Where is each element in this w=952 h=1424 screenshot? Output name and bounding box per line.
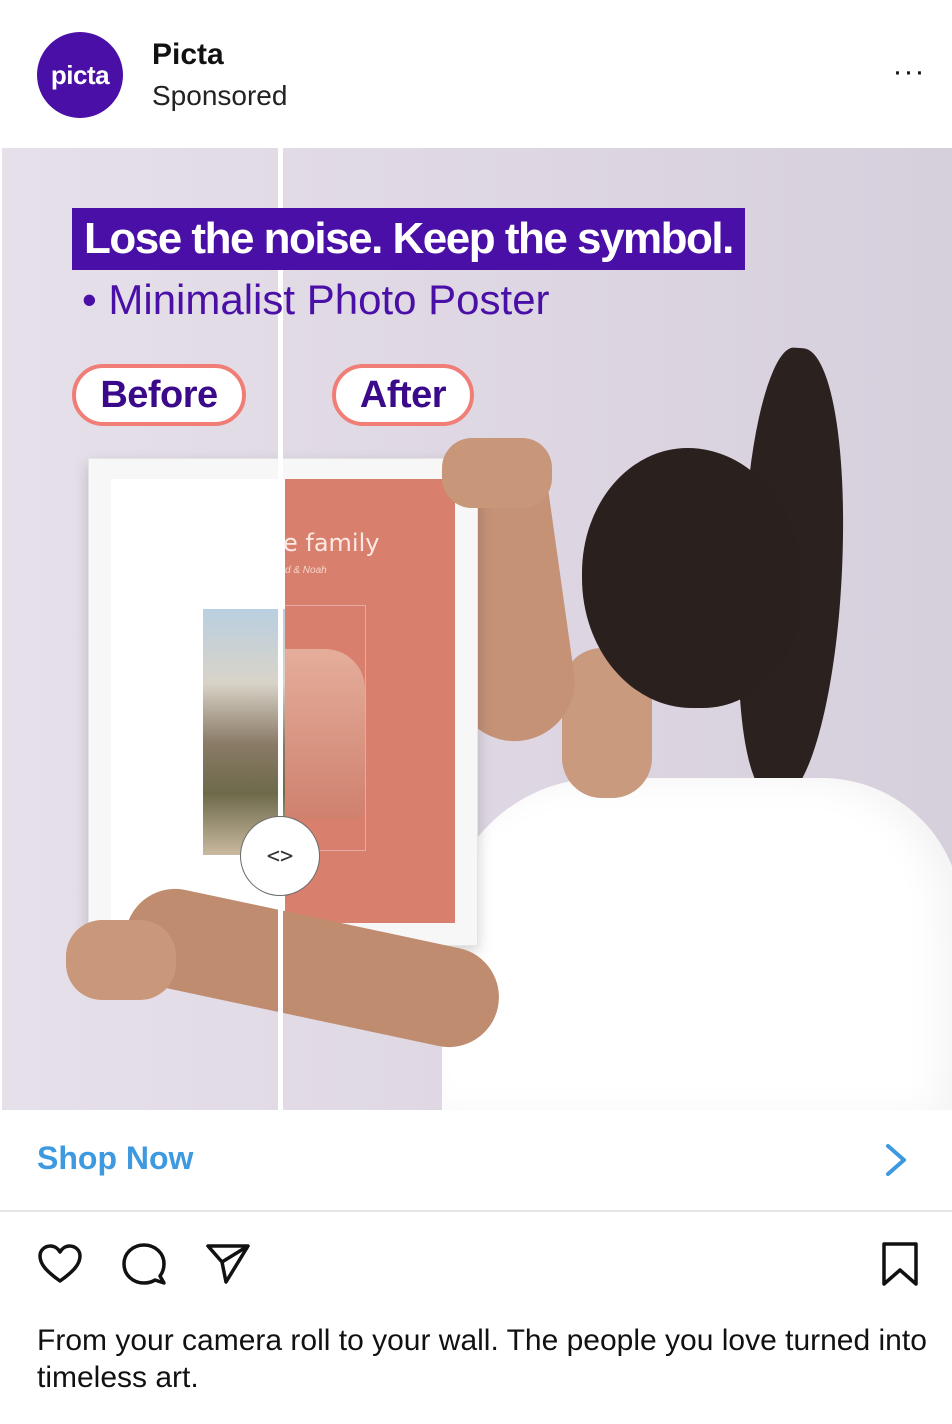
post-caption: From your camera roll to your wall. The … <box>37 1324 927 1394</box>
poster-illustration <box>285 649 365 819</box>
ad-subheadline: • Minimalist Photo Poster <box>82 276 550 323</box>
poster-title: e family <box>283 529 380 557</box>
poster-names: d & Noah <box>285 565 327 576</box>
ad-media[interactable]: e family d & Noah <> Lose the noise. Kee… <box>2 148 952 1110</box>
post-header: picta Picta Sponsored ··· <box>0 0 952 148</box>
avatar-logo-text: picta <box>50 59 110 90</box>
more-options-icon[interactable]: ··· <box>884 52 934 92</box>
woman-shirt <box>442 778 952 1110</box>
send-icon[interactable] <box>204 1240 252 1288</box>
comparison-slider-handle[interactable]: <> <box>240 816 320 896</box>
comment-icon[interactable] <box>120 1240 168 1288</box>
before-badge: Before <box>72 364 246 426</box>
woman-hand-lower <box>66 920 176 1000</box>
shop-now-bar[interactable]: Shop Now <box>0 1110 952 1212</box>
chevron-right-icon[interactable] <box>878 1140 914 1180</box>
ad-headline: Lose the noise. Keep the symbol. <box>72 208 745 270</box>
shop-now-button[interactable]: Shop Now <box>37 1140 193 1177</box>
account-name[interactable]: Picta <box>152 38 224 72</box>
bookmark-icon[interactable] <box>876 1240 924 1288</box>
woman-hand-top <box>442 438 552 508</box>
avatar[interactable]: picta <box>37 32 123 118</box>
sponsored-label: Sponsored <box>152 80 288 111</box>
after-badge: After <box>332 364 474 426</box>
post-actions <box>0 1212 952 1312</box>
heart-icon[interactable] <box>36 1240 84 1288</box>
